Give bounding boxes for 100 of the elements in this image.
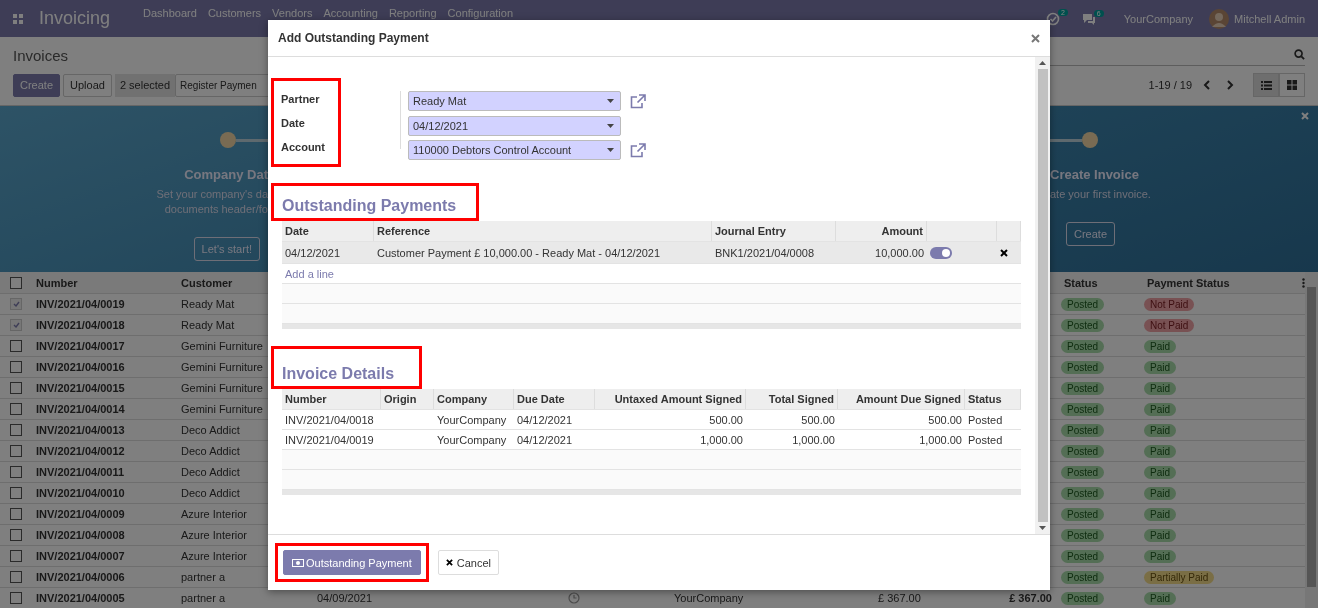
row-checkbox[interactable] — [10, 445, 22, 457]
delete-icon[interactable] — [1000, 248, 1008, 257]
row-checkbox[interactable] — [10, 424, 22, 436]
payment-status-badge: Paid — [1144, 402, 1176, 416]
table-cell-text: Deco Addict — [180, 445, 241, 457]
payment-status-badge: Paid — [1144, 549, 1176, 563]
table-cell-text: Gemini Furniture — [180, 382, 264, 394]
row-checkbox[interactable] — [10, 508, 22, 520]
toggle-switch[interactable] — [930, 247, 952, 260]
row-checkbox[interactable] — [10, 571, 22, 583]
table-cell-text: INV/2021/04/0018 — [35, 319, 126, 331]
column-header[interactable]: Date — [282, 221, 374, 241]
payment-status-badge: Paid — [1144, 381, 1176, 395]
toolbar-button[interactable]: Create — [13, 73, 61, 97]
table-cell-text: INV/2021/04/0019 — [35, 298, 126, 310]
table-cell-text: Gemini Furniture — [180, 340, 264, 352]
confirm-button[interactable]: Outstanding Payment — [283, 550, 421, 575]
column-options-icon[interactable] — [1302, 277, 1305, 288]
table-cell-text: INV/2021/04/0016 — [35, 361, 126, 373]
status-badge: Posted — [1061, 423, 1105, 437]
dropdown-field[interactable]: Ready Mat — [408, 91, 621, 111]
previous-icon[interactable] — [1202, 80, 1212, 90]
dropdown-field[interactable]: 04/12/2021 — [408, 116, 621, 136]
row-checkbox[interactable] — [10, 529, 22, 541]
payment-status-badge: Paid — [1144, 465, 1176, 479]
menu-item[interactable]: Customers — [207, 8, 262, 19]
list-view-button[interactable] — [1253, 73, 1279, 97]
column-header[interactable]: Number — [282, 389, 381, 409]
scroll-up-icon[interactable] — [1039, 61, 1046, 65]
menu-item[interactable]: Accounting — [323, 8, 378, 19]
list-icon — [1260, 80, 1272, 90]
column-header[interactable]: Journal Entry — [712, 221, 836, 241]
user-menu[interactable]: Mitchell Admin — [1234, 12, 1305, 25]
payment-status-badge: Paid — [1144, 486, 1176, 500]
menu-item[interactable]: Dashboard — [143, 8, 197, 19]
menu-item[interactable]: Reporting — [388, 8, 437, 19]
column-header[interactable]: Payment Status — [1143, 276, 1308, 289]
chat-icon[interactable] — [1081, 12, 1096, 25]
column-header[interactable]: Status — [965, 389, 1021, 409]
avatar-icon[interactable] — [1209, 8, 1230, 29]
menu-item[interactable]: Configuration — [447, 8, 513, 19]
dropdown-field[interactable]: 110000 Debtors Control Account — [408, 140, 621, 160]
scrollbar[interactable] — [1035, 57, 1050, 534]
column-header[interactable]: Due Date — [514, 389, 595, 409]
table-cell: £ 367.00 — [878, 592, 921, 604]
add-line-link[interactable]: Add a line — [282, 267, 1021, 280]
table-cell-text: INV/2021/04/0017 — [35, 340, 126, 352]
caret-icon — [607, 124, 614, 128]
row-checkbox[interactable] — [10, 361, 22, 373]
row-checkbox[interactable] — [10, 592, 22, 604]
table-cell-text: INV/2021/04/0014 — [35, 403, 126, 415]
apps-grid-icon[interactable] — [13, 13, 23, 24]
scroll-down-icon[interactable] — [1039, 526, 1046, 530]
column-header[interactable]: Company — [434, 389, 514, 409]
toolbar-button[interactable]: Upload — [63, 73, 112, 97]
app-title[interactable]: Invoicing — [39, 8, 111, 29]
step-progress-drawing — [1050, 132, 1098, 148]
table-cell: £ 367.00 — [1009, 592, 1052, 604]
close-icon[interactable] — [1031, 33, 1040, 43]
row-checkbox[interactable] — [10, 382, 22, 394]
clock-icon[interactable] — [568, 592, 580, 604]
column-header[interactable]: Total Signed — [746, 389, 838, 409]
caret-icon — [607, 148, 614, 152]
column-header[interactable]: Amount — [836, 221, 927, 241]
external-link-icon[interactable] — [630, 93, 646, 109]
column-header[interactable]: Amount Due Signed — [838, 389, 965, 409]
table-cell-text: 500.00 — [708, 413, 744, 426]
column-header[interactable]: Number — [32, 276, 177, 289]
table-cell-text: 04/12/2021 — [516, 433, 574, 446]
field-label: Account — [281, 140, 326, 155]
column-header[interactable]: Reference — [374, 221, 712, 241]
kanban-icon — [1287, 80, 1297, 90]
row-checkbox[interactable] — [10, 340, 22, 352]
cancel-button[interactable]: Cancel — [437, 550, 500, 575]
activity-icon[interactable] — [1045, 11, 1060, 26]
row-checkbox[interactable] — [10, 403, 22, 415]
table-cell-text: Customer Payment £ 10,000.00 - Ready Mat - 04/12/2021 — [376, 246, 662, 259]
select-all-checkbox[interactable] — [10, 276, 22, 289]
status-badge: Posted — [1061, 444, 1105, 458]
row-checkbox[interactable] — [10, 550, 22, 562]
search-icon[interactable] — [1294, 49, 1305, 60]
step-button[interactable]: Create — [1066, 222, 1116, 246]
external-link-icon[interactable] — [630, 142, 646, 158]
table-cell-text: INV/2021/04/0007 — [35, 550, 126, 562]
row-checkbox[interactable] — [10, 487, 22, 499]
table-cell: YourCompany — [674, 592, 744, 604]
status-badge: Posted — [1061, 507, 1105, 521]
column-header[interactable]: Untaxed Amount Signed — [595, 389, 746, 409]
menu-item[interactable]: Vendors — [272, 8, 313, 19]
row-checkbox[interactable] — [10, 466, 22, 478]
column-header[interactable]: Status — [1060, 276, 1143, 289]
table-cell-text: Deco Addict — [180, 487, 241, 499]
kanban-view-button[interactable] — [1279, 73, 1305, 97]
column-header[interactable]: Origin — [381, 389, 434, 409]
status-badge: Posted — [1061, 570, 1105, 584]
table-cell-text: INV/2021/04/0011 — [35, 466, 126, 478]
table-cell-text: 1,000.00 — [699, 433, 744, 446]
next-icon[interactable] — [1225, 80, 1235, 90]
step-description: Set your company's da — [156, 187, 268, 202]
company-switcher[interactable]: YourCompany — [1123, 12, 1194, 25]
